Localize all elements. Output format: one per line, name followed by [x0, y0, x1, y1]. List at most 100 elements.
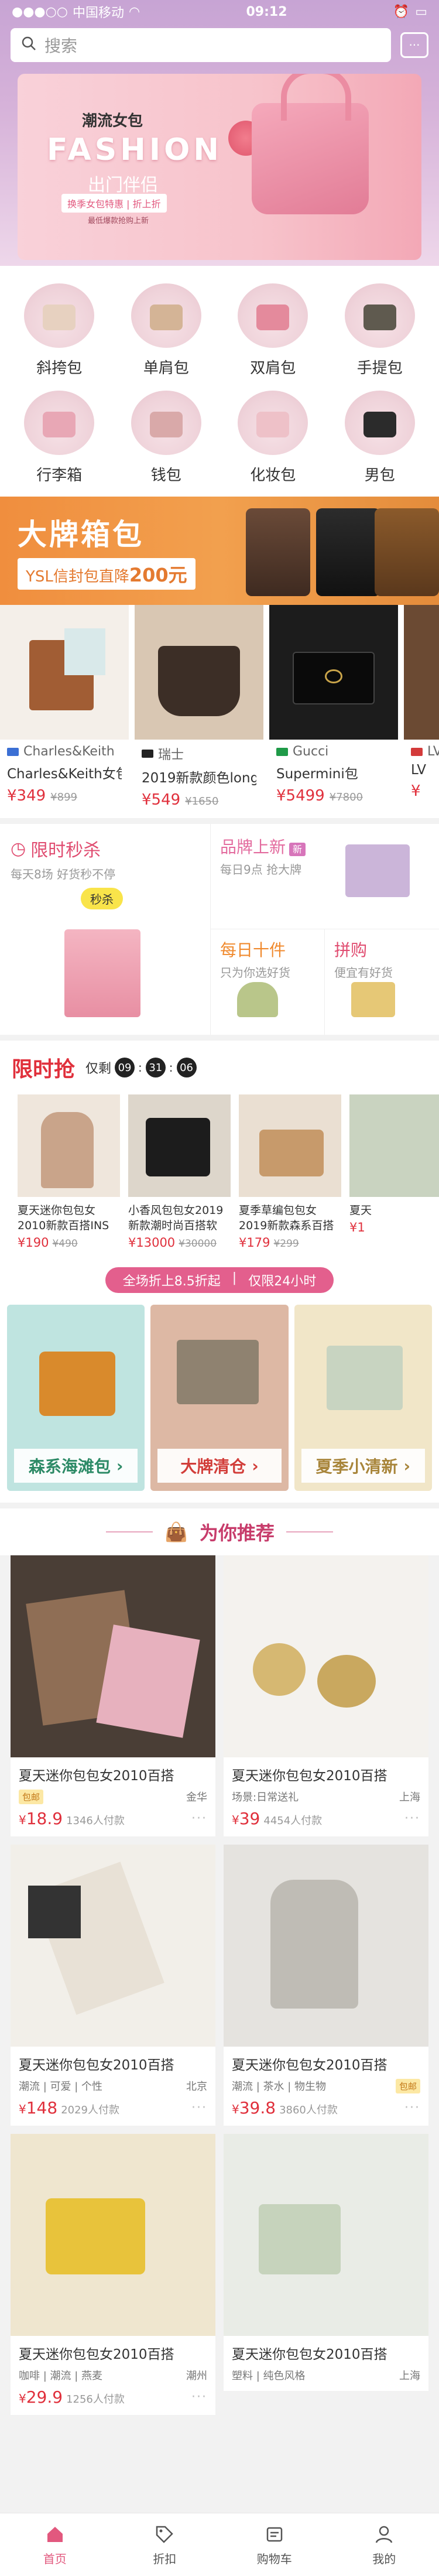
limited-items: 夏天迷你包包女2010新款百搭INS ¥190 ¥490 小香风包包女2019新款… [0, 1083, 439, 1250]
category-wallet[interactable]: 钱包 [113, 391, 220, 485]
cosmetic-bag-image [238, 391, 308, 455]
countdown-hours: 09 [115, 1058, 135, 1077]
more-icon[interactable]: ··· [191, 1811, 207, 1826]
limited-item[interactable]: 夏天 ¥1 [349, 1094, 439, 1250]
theme-summer-fresh[interactable]: 夏季小清新 › [294, 1305, 432, 1491]
product-price: 18.9 [26, 1809, 63, 1828]
handbag-image [252, 74, 369, 214]
flash-sale-panel[interactable]: ◷ 限时秒杀 每天8场 好货秒不停 秒杀 [0, 824, 211, 1035]
yellow-bag-image [351, 982, 395, 1017]
tab-bar: 首页 折扣 购物车 我的 [0, 2513, 439, 2576]
product-price: ¥190 [18, 1236, 49, 1250]
tab-label: 购物车 [256, 2552, 292, 2566]
theme-forest-beach[interactable]: 森系海滩包 › [7, 1305, 145, 1491]
theme-grid: 森系海滩包 › 大牌清仓 › 夏季小清新 › [0, 1305, 439, 1503]
recommend-grid: 夏天迷你包包女2010百搭 包邮 金华 ¥18.9 1346人付款 ··· 夏天迷你包… [0, 1555, 439, 2415]
page: ●●●○○ 中国移动 ◠ 09:12 ⏰ ▭ 搜索 ··· 潮流女包 FASHI… [0, 0, 439, 2576]
product-card[interactable]: 夏天迷你包包女2010百搭 场景:日常送礼 上海 ¥39 4454人付款 ··· [224, 1555, 428, 1836]
theme-brand-clearance[interactable]: 大牌清仓 › [150, 1305, 289, 1491]
search-icon [21, 36, 36, 55]
limited-item[interactable]: 小香风包包女2019新款潮时尚百搭软 ¥13000 ¥30000 [128, 1094, 231, 1250]
product-card[interactable]: 夏天迷你包包女2010百搭 潮流 | 茶水 | 物生物 包邮 ¥39.8 3860人… [224, 1845, 428, 2126]
category-handbag[interactable]: 手提包 [327, 283, 434, 378]
discount-pill[interactable]: 全场折上8.5折起 | 仅限24小时 [105, 1267, 334, 1293]
product-price: 39.8 [239, 2098, 276, 2117]
daily-ten-panel[interactable]: 每日十件 只为你选好货 [211, 929, 325, 1035]
limited-item[interactable]: 夏季草编包包女2019新款森系百搭 ¥179 ¥299 [239, 1094, 341, 1250]
banner-title: 潮流女包 [82, 112, 143, 130]
product-title: LV [411, 762, 427, 778]
brand-name: 瑞士 [158, 748, 184, 762]
category-backpack[interactable]: 双肩包 [220, 283, 327, 378]
more-icon[interactable]: ··· [191, 2101, 207, 2115]
message-icon[interactable]: ··· [400, 32, 428, 58]
category-crossbody[interactable]: 斜挎包 [6, 283, 113, 378]
product-title: 2019新款颜色long [142, 771, 256, 786]
handbag-cat-image [344, 283, 415, 348]
shoulder-bag-image [131, 283, 201, 348]
tab-cart[interactable]: 购物车 [220, 2513, 330, 2576]
brand-card[interactable]: 瑞士 2019新款颜色long ¥549 ¥1650 [135, 605, 263, 809]
brand-card[interactable]: Charles&Keith Charles&Keith女包 ¥349 ¥899 [0, 605, 129, 809]
gucci-bag-image [177, 1340, 259, 1404]
product-price: ¥13000 [128, 1236, 176, 1250]
product-card[interactable]: 夏天迷你包包女2010百搭 包邮 金华 ¥18.9 1346人付款 ··· [11, 1555, 215, 1836]
tab-discount[interactable]: 折扣 [110, 2513, 220, 2576]
category-shoulder[interactable]: 单肩包 [113, 283, 220, 378]
product-title: 夏天迷你包包女2010百搭 [19, 2058, 174, 2073]
recommend-header: 👜 为你推荐 [0, 1508, 439, 1555]
promo-grid: ◷ 限时秒杀 每天8场 好货秒不停 秒杀 品牌上新新 每日9点 抢大牌 每日十件 … [0, 824, 439, 1035]
category-label: 行李箱 [36, 467, 83, 484]
clock-icon: ◷ [11, 838, 26, 859]
new-badge: 新 [289, 843, 306, 856]
brand-card[interactable]: LV LV ¥ [404, 605, 439, 809]
product-card[interactable]: 夏天迷你包包女2010百搭 塑料 | 纯色风格 上海 [224, 2134, 428, 2391]
alarm-icon: ⏰ [393, 4, 410, 19]
product-image [0, 605, 129, 740]
product-card[interactable]: 夏天迷你包包女2010百搭 潮流 | 可爱 | 个性 北京 ¥148 2029人付款… [11, 1845, 215, 2126]
flash-tag: 秒杀 [81, 888, 123, 909]
category-cosmetic[interactable]: 化妆包 [220, 391, 327, 485]
daily-desc: 只为你选好货 [220, 966, 290, 980]
promo-prefix: YSL信封包直降 [26, 568, 129, 586]
theme-label: 夏季小清新 [315, 1457, 398, 1476]
paid-count: 1256人付款 [66, 2393, 125, 2406]
product-price: ¥ [411, 782, 421, 800]
more-icon[interactable]: ··· [404, 2101, 420, 2115]
brand-banner-promo: YSL信封包直降200元 [18, 558, 196, 590]
product-card[interactable]: 夏天迷你包包女2010百搭 咖啡 | 潮流 | 燕麦 潮州 ¥29.9 1256人付… [11, 2134, 215, 2415]
product-image [269, 605, 398, 740]
luggage-image [24, 391, 95, 455]
flag-icon [276, 747, 288, 756]
brand-list: Charles&Keith Charles&Keith女包 ¥349 ¥899 瑞… [0, 605, 439, 818]
tab-home[interactable]: 首页 [0, 2513, 110, 2576]
product-image [404, 605, 439, 740]
cart-icon [263, 2523, 286, 2546]
more-icon[interactable]: ··· [404, 1811, 420, 1826]
product-image [128, 1094, 231, 1197]
paid-count: 3860人付款 [279, 2104, 338, 2116]
brand-banner[interactable]: 大牌箱包 YSL信封包直降200元 [0, 497, 439, 605]
search-placeholder: 搜索 [44, 36, 78, 56]
carrier-label: 中国移动 [72, 6, 124, 20]
category-luggage[interactable]: 行李箱 [6, 391, 113, 485]
hero-banner[interactable]: 潮流女包 FASHION 出门伴侣 换季女包特惠 | 折上折 最低爆款抢购上新 [18, 74, 421, 260]
limited-item[interactable]: 夏天迷你包包女2010新款百搭INS ¥190 ¥490 [18, 1094, 120, 1250]
category-label: 化妆包 [250, 467, 296, 484]
product-image [349, 1094, 439, 1197]
search-input[interactable]: 搜索 [11, 28, 391, 62]
brand-new-panel[interactable]: 品牌上新新 每日9点 抢大牌 [211, 824, 439, 929]
original-price: ¥490 [52, 1238, 78, 1250]
countdown-minutes: 31 [145, 1058, 166, 1077]
green-bag-image [237, 982, 278, 1017]
category-mens[interactable]: 男包 [327, 391, 434, 485]
brand-card[interactable]: Gucci Supermini包 ¥5499 ¥7800 [269, 605, 398, 809]
wallet-image [131, 391, 201, 455]
more-icon[interactable]: ··· [191, 2390, 207, 2404]
product-title: 夏天迷你包包女2010百搭 [232, 1768, 387, 1784]
tab-profile[interactable]: 我的 [330, 2513, 439, 2576]
discount-right: 仅限24小时 [248, 1274, 317, 1289]
product-image [11, 1555, 215, 1757]
group-buy-panel[interactable]: 拼购 便宜有好货 [325, 929, 439, 1035]
limited-sale-section: 限时抢 仅剩 09: 31: 06 夏天迷你包包女2010新款百搭INS ¥19… [0, 1041, 439, 1259]
